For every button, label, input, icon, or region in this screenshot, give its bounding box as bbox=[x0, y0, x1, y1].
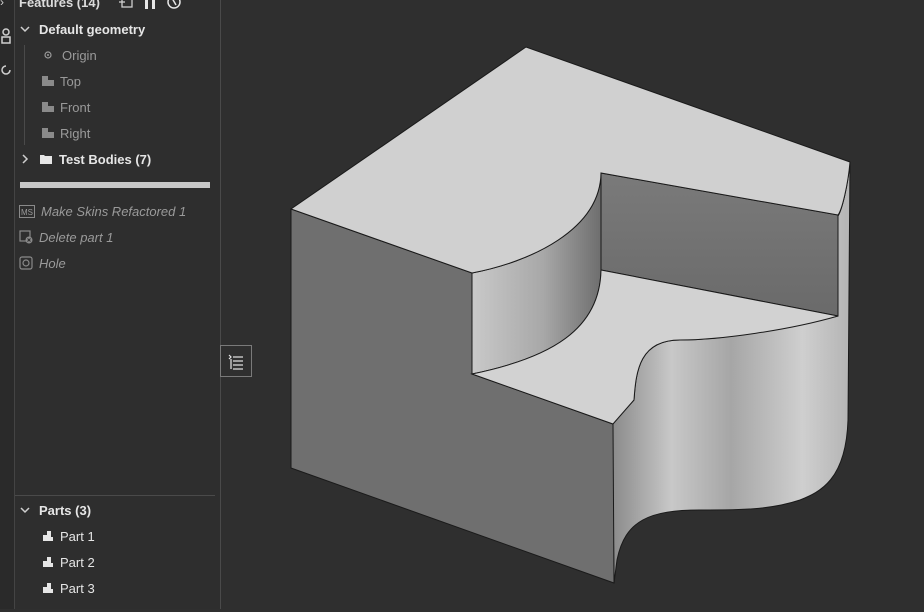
tree-item-test-bodies[interactable]: Test Bodies (7) bbox=[19, 148, 151, 170]
graphics-viewport[interactable] bbox=[221, 0, 924, 609]
part-icon bbox=[41, 529, 55, 543]
feature-hole[interactable]: Hole bbox=[19, 252, 66, 274]
tree-item-origin[interactable]: Origin bbox=[43, 44, 97, 66]
feature-panel: Features (14) Default geometry Origin To… bbox=[15, 0, 221, 609]
left-toolbar-strip: › bbox=[0, 0, 15, 609]
hole-label: Hole bbox=[39, 255, 66, 271]
part-item[interactable]: Part 3 bbox=[41, 577, 95, 599]
feature-panel-header: Features (14) bbox=[19, 0, 182, 10]
part-icon bbox=[41, 581, 55, 595]
chevron-right-icon[interactable]: › bbox=[0, 0, 12, 8]
part-label: Part 3 bbox=[60, 580, 95, 596]
part-icon bbox=[41, 555, 55, 569]
part-label: Part 1 bbox=[60, 528, 95, 544]
pause-icon[interactable] bbox=[142, 0, 158, 9]
folder-icon bbox=[39, 152, 53, 166]
parts-title: Parts (3) bbox=[39, 502, 92, 518]
origin-icon bbox=[43, 48, 57, 62]
parts-header[interactable]: Parts (3) bbox=[19, 499, 91, 521]
part-item[interactable]: Part 2 bbox=[41, 551, 95, 573]
chevron-down-icon[interactable] bbox=[19, 23, 31, 35]
tree-item-default-geometry[interactable]: Default geometry bbox=[19, 18, 145, 40]
panel-divider bbox=[15, 495, 215, 496]
part-label: Part 2 bbox=[60, 554, 95, 570]
right-plane-label: Right bbox=[60, 125, 91, 141]
delete-part-label: Delete part 1 bbox=[39, 229, 114, 245]
origin-label: Origin bbox=[62, 47, 97, 63]
3d-model[interactable] bbox=[221, 0, 924, 609]
front-plane-label: Front bbox=[60, 99, 91, 115]
features-title: Features (14) bbox=[19, 0, 100, 10]
feature-delete-part[interactable]: Delete part 1 bbox=[19, 226, 113, 248]
rollback-bar[interactable] bbox=[20, 182, 210, 188]
top-plane-label: Top bbox=[60, 73, 81, 89]
tree-item-right[interactable]: Right bbox=[41, 122, 90, 144]
part-item[interactable]: Part 1 bbox=[41, 525, 95, 547]
test-bodies-label: Test Bodies (7) bbox=[59, 151, 152, 167]
plane-icon bbox=[41, 100, 55, 114]
variables-icon[interactable] bbox=[0, 27, 12, 44]
plane-icon bbox=[41, 126, 55, 140]
tree-item-top[interactable]: Top bbox=[41, 70, 81, 92]
custom-feature-icon: MS bbox=[19, 204, 35, 218]
suppress-icon[interactable] bbox=[166, 0, 182, 9]
chevron-down-icon[interactable] bbox=[19, 504, 31, 516]
make-skins-label: Make Skins Refactored 1 bbox=[41, 203, 187, 219]
tree-item-front[interactable]: Front bbox=[41, 96, 90, 118]
chevron-right-icon[interactable] bbox=[19, 153, 31, 165]
default-geometry-label: Default geometry bbox=[39, 21, 146, 37]
hole-icon bbox=[19, 256, 33, 270]
history-icon[interactable] bbox=[0, 63, 12, 75]
tree-guide-line bbox=[24, 45, 25, 145]
feature-make-skins[interactable]: MS Make Skins Refactored 1 bbox=[19, 200, 186, 222]
feature-list-icon[interactable] bbox=[118, 0, 134, 9]
plane-icon bbox=[41, 74, 55, 88]
delete-part-icon bbox=[19, 230, 33, 244]
